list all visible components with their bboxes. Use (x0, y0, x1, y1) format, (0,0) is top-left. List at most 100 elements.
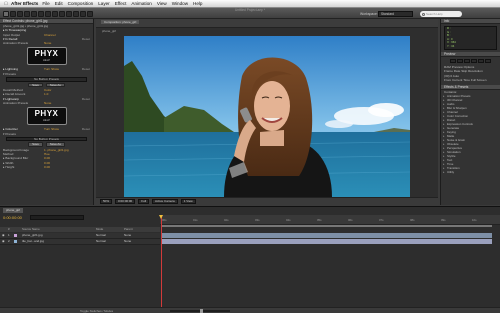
preset-buttons: Save Save As (0, 82, 93, 88)
workspace-select[interactable]: Standard (378, 11, 413, 17)
label-color-chip[interactable] (14, 234, 17, 238)
eye-icon[interactable]: ◉ (2, 239, 5, 245)
preview-option[interactable]: From Current Time Full Screen (441, 78, 500, 82)
time-tick: 06s (348, 218, 353, 222)
menu-window[interactable]: Window (172, 1, 188, 6)
phyx-logo[interactable]: PHYX HELP (26, 107, 67, 126)
presets-dropdown[interactable]: No Built-in Presets (6, 77, 87, 82)
phyx-logo-sub: HELP (42, 118, 51, 123)
param-value[interactable]: None (44, 41, 51, 45)
composition-footer: 50% 0:00:00:00 Full Active Camera 1 View (96, 197, 438, 205)
col-source-name[interactable]: Source Name (22, 227, 40, 232)
camera-tool-icon[interactable] (31, 11, 37, 17)
param-value[interactable]: None (44, 101, 51, 105)
zoom-tool-icon[interactable] (17, 11, 23, 17)
selection-tool-icon[interactable] (3, 11, 9, 17)
mask-tool-icon[interactable] (45, 11, 51, 17)
first-frame-icon[interactable] (450, 59, 456, 63)
work-area-bar[interactable] (161, 225, 492, 227)
play-icon[interactable] (464, 59, 470, 63)
param-animation-presets-2[interactable]: Animation Presets None (0, 101, 93, 105)
composition-name[interactable]: phone_girl (102, 29, 116, 33)
param-height[interactable]: ▸ Height 0.00 (0, 165, 93, 169)
current-time-display[interactable]: 0:00:00:00 (115, 199, 136, 204)
phyx-logo-sub: HELP (42, 58, 51, 63)
resolution-select[interactable]: Full (138, 199, 150, 204)
clone-tool-icon[interactable] (73, 11, 79, 17)
effects-list: Animation Presets 3D Channel Audio Blur … (441, 94, 500, 174)
timeline-footer: Toggle Switches / Modes (0, 307, 500, 313)
pan-behind-tool-icon[interactable] (38, 11, 44, 17)
next-frame-icon[interactable] (471, 59, 477, 63)
menu-help[interactable]: Help (193, 1, 202, 6)
time-tick: 04s (286, 218, 291, 222)
save-as-button[interactable]: Save As (45, 82, 65, 88)
layer-name[interactable]: tile_bar...and.jpg (22, 239, 44, 245)
param-animation-presets[interactable]: Animation Presets None (0, 41, 93, 45)
composited-frame-image (124, 36, 410, 197)
pen-tool-icon[interactable] (52, 11, 58, 17)
eraser-tool-icon[interactable] (80, 11, 86, 17)
layer-mode-select[interactable]: Normal (96, 233, 106, 239)
col-mode[interactable]: Mode (96, 227, 103, 232)
timeline-layer-row[interactable]: ◉ 1 phone_girl1.jpg Normal None (0, 233, 160, 239)
puppet-tool-icon[interactable] (87, 11, 93, 17)
text-tool-icon[interactable] (59, 11, 65, 17)
param-value[interactable]: 0.00 (44, 165, 50, 169)
time-tick: 05s (317, 218, 322, 222)
menu-edit[interactable]: Edit (55, 1, 63, 6)
menu-animation[interactable]: Animation (131, 1, 151, 6)
menu-view[interactable]: View (157, 1, 167, 6)
search-help-placeholder: Search Help (426, 12, 443, 16)
brush-tool-icon[interactable] (66, 11, 72, 17)
info-line: Y : 34 (447, 43, 455, 48)
app-menu[interactable]: After Effects (11, 1, 38, 6)
presets-dropdown[interactable]: No Built-in Presets (6, 136, 87, 142)
timeline-tab[interactable]: phone_girl (3, 208, 24, 213)
search-help-input[interactable]: Search Help (420, 11, 462, 17)
layer-number: 1 (8, 233, 10, 237)
magnification-select[interactable]: 50% (100, 199, 113, 204)
current-time-indicator[interactable] (159, 215, 163, 313)
camera-view-select[interactable]: Active Camera (152, 199, 178, 204)
layer-parent-select[interactable]: None (124, 233, 131, 239)
presets-toggle[interactable]: ▾ Presets (0, 132, 93, 136)
menu-file[interactable]: File (42, 1, 49, 6)
menu-layer[interactable]: Layer (98, 1, 110, 6)
hand-tool-icon[interactable] (10, 11, 16, 17)
composition-panel: Composition: phone_girl phone_girl 50% 0… (96, 19, 438, 205)
timeline-zoom-slider[interactable] (170, 309, 230, 313)
save-as-button[interactable]: Save As (45, 142, 65, 147)
timeline-current-time[interactable]: 0:00:00:00 (3, 215, 22, 220)
timeline-layer-row[interactable]: ◉ 2 tile_bar...and.jpg Normal None (0, 239, 160, 245)
effect-category[interactable]: Utility (441, 170, 500, 174)
ram-preview-icon[interactable] (485, 59, 491, 63)
timeline-search-input[interactable] (30, 215, 84, 220)
layer-duration-bar[interactable] (161, 233, 492, 238)
layer-parent-select[interactable]: None (124, 239, 131, 245)
timeline-panel: phone_girl 0:00:00:00 00s 01s 02s 03s 04… (0, 206, 500, 313)
layer-name[interactable]: phone_girl1.jpg (22, 233, 43, 239)
last-frame-icon[interactable] (478, 59, 484, 63)
save-button[interactable]: Save (28, 142, 43, 147)
time-tick: 07s (379, 218, 384, 222)
menu-effect[interactable]: Effect (115, 1, 127, 6)
info-tab[interactable]: Info (441, 19, 500, 24)
apple-icon[interactable]:  (3, 1, 9, 6)
presets-toggle[interactable]: ▾ Presets (0, 72, 93, 76)
view-layout-select[interactable]: 1 View (180, 199, 196, 204)
composition-viewer[interactable] (124, 36, 410, 197)
layer-mode-select[interactable]: Normal (96, 239, 106, 245)
save-button[interactable]: Save (28, 82, 43, 88)
time-ruler[interactable]: 00s 01s 02s 03s 04s 05s 06s 07s 08s 09s … (160, 215, 500, 225)
prev-frame-icon[interactable] (457, 59, 463, 63)
phyx-logo[interactable]: PHYX HELP (26, 47, 67, 66)
eye-icon[interactable]: ◉ (2, 233, 5, 239)
label-color-chip[interactable] (14, 240, 17, 244)
menu-composition[interactable]: Composition (68, 1, 94, 6)
rotate-tool-icon[interactable] (24, 11, 30, 17)
composition-tab[interactable]: Composition: phone_girl (101, 20, 140, 24)
layer-duration-bar[interactable] (161, 239, 492, 244)
col-parent[interactable]: Parent (124, 227, 133, 232)
toggle-switches-modes[interactable]: Toggle Switches / Modes (80, 309, 113, 313)
